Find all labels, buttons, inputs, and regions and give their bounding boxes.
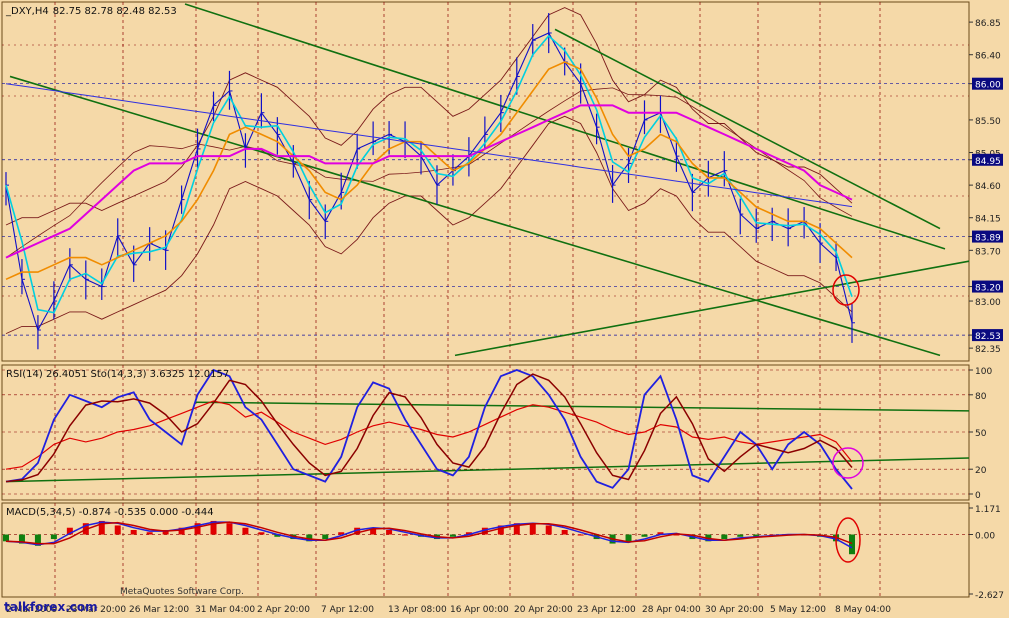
rsi-tick-label: 0: [975, 491, 981, 501]
macd-title: MACD(5,34,5) -0.874 -0.535 0.000 -0.444: [6, 507, 214, 518]
macd-histogram-bar: [322, 534, 329, 540]
macd-histogram-bar: [737, 534, 744, 537]
time-tick-label: 13 Apr 08:00: [388, 605, 447, 615]
time-tick-label: 16 Apr 00:00: [450, 605, 509, 615]
time-tick-label: 5 May 12:00: [770, 605, 826, 615]
time-tick-label: 2 Apr 20:00: [257, 605, 310, 615]
time-tick-label: 7 Apr 12:00: [321, 605, 374, 615]
copyright-watermark: MetaQuotes Software Corp.: [120, 587, 244, 597]
site-watermark: talkforex.com: [4, 600, 98, 614]
macd-histogram-bar: [226, 523, 233, 535]
time-tick-label: 23 Apr 12:00: [577, 605, 636, 615]
rsi-tick-label: 20: [975, 466, 987, 476]
price-level-label: 82.53: [975, 332, 1001, 342]
price-tick-label: 83.00: [975, 298, 1001, 308]
macd-histogram-bar: [242, 527, 249, 535]
macd-histogram-bar: [529, 523, 536, 535]
time-tick-label: 8 May 04:00: [835, 605, 891, 615]
dxy-chart: 86.8586.4086.0085.5085.0584.9584.6084.15…: [0, 0, 1009, 618]
macd-histogram-bar: [721, 534, 728, 540]
price-level-label: 84.95: [975, 157, 1001, 167]
time-tick-label: 26 Mar 12:00: [129, 605, 189, 615]
time-tick-label: 30 Apr 20:00: [705, 605, 764, 615]
macd-histogram-bar: [641, 534, 648, 537]
price-level-label: 83.89: [975, 234, 1001, 244]
macd-histogram-bar: [50, 534, 57, 540]
price-tick-label: 85.50: [975, 117, 1001, 127]
macd-tick-label: -2.627: [975, 591, 1004, 601]
macd-histogram-bar: [577, 534, 584, 536]
macd-histogram-bar: [849, 534, 855, 555]
price-tick-label: 86.85: [975, 19, 1001, 29]
price-tick-label: 82.35: [975, 345, 1001, 355]
time-tick-label: 20 Apr 20:00: [514, 605, 573, 615]
macd-histogram-bar: [258, 532, 265, 535]
price-level-label: 83.20: [975, 284, 1001, 294]
macd-histogram-bar: [449, 534, 456, 537]
macd-histogram-bar: [3, 534, 9, 542]
macd-histogram-bar: [130, 529, 137, 535]
macd-histogram-bar: [561, 529, 568, 535]
macd-tick-label: 1.171: [975, 505, 1001, 515]
rsi-tick-label: 80: [975, 392, 987, 402]
macd-histogram-bar: [545, 525, 552, 535]
time-tick-label: 28 Apr 04:00: [642, 605, 701, 615]
price-level-label: 86.00: [975, 81, 1001, 91]
price-tick-label: 83.70: [975, 247, 1001, 257]
rsi-tick-label: 100: [975, 367, 992, 377]
macd-histogram-bar: [146, 532, 153, 535]
rsi-title: RSI(14) 26.4051 Sto(14,3,3) 3.6325 12.01…: [6, 369, 229, 380]
macd-tick-label: 0.00: [975, 532, 995, 542]
macd-histogram-bar: [114, 525, 121, 535]
rsi-tick-label: 50: [975, 429, 987, 439]
macd-histogram-bar: [386, 529, 393, 535]
price-title: _DXY,H4 82.75 82.78 82.48 82.53: [5, 6, 177, 17]
macd-histogram-bar: [625, 534, 632, 542]
price-tick-label: 84.60: [975, 182, 1001, 192]
macd-histogram-bar: [402, 534, 409, 536]
time-tick-label: 31 Mar 04:00: [195, 605, 255, 615]
price-tick-label: 86.40: [975, 52, 1001, 62]
price-tick-label: 84.15: [975, 215, 1001, 225]
